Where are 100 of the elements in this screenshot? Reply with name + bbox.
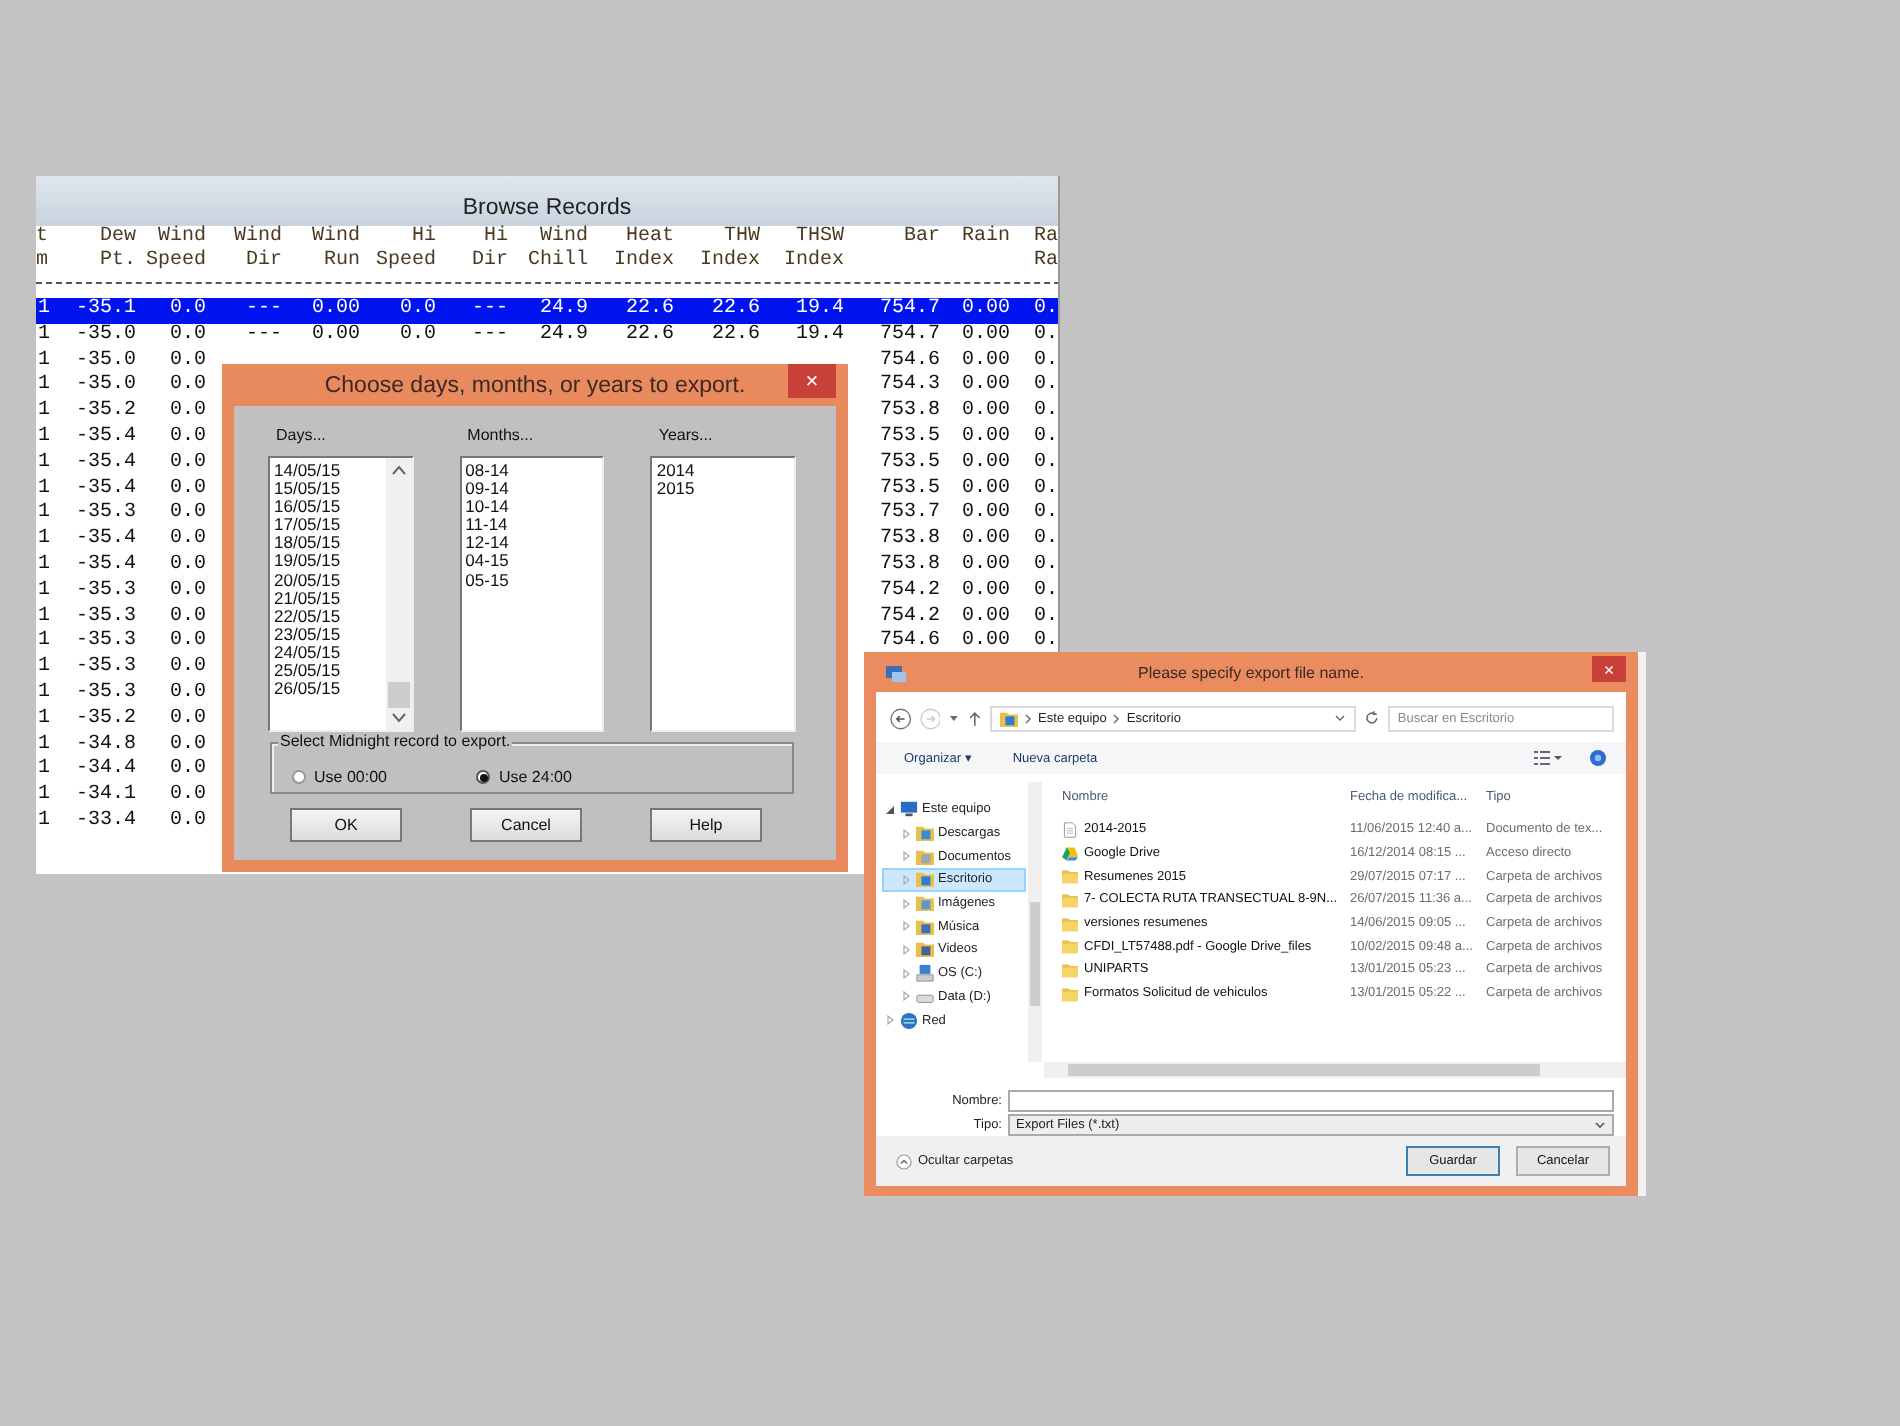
shortcut-icon xyxy=(1062,845,1078,862)
selected-row[interactable]: 1 -35.1 0.0 --- 0.00 0.0 --- 24.9 22.6 22.6 19.4 754.7 0.00 0. xyxy=(36,298,1058,324)
dialog-button[interactable]: Help xyxy=(650,808,762,842)
table-row[interactable]: 1 -35.0 0.0 --- 0.00 0.0 --- 24.9 22.6 22.6 19.4 754.7 0.00 0. xyxy=(36,323,1058,350)
table-cell-text: 0. xyxy=(1032,400,1058,426)
list-item[interactable]: 24/05/15 xyxy=(274,643,382,663)
radio-indicator[interactable] xyxy=(476,770,491,784)
scroll-down-icon[interactable] xyxy=(391,712,406,724)
chevron-icon xyxy=(1112,713,1121,723)
table-cell: 1 xyxy=(36,553,52,580)
table-cell-text: 0.00 xyxy=(959,425,1010,452)
close-button[interactable]: × xyxy=(788,364,836,398)
table-cell: 1 xyxy=(36,784,52,810)
folder-icon xyxy=(916,847,934,866)
table-cell-text: 0.00 xyxy=(309,298,360,324)
list-item[interactable]: 20/05/15 xyxy=(274,571,382,590)
list-item[interactable]: 09-14 xyxy=(465,480,599,499)
list-item[interactable]: 04-15 xyxy=(465,552,599,572)
file-name-field[interactable] xyxy=(1008,1090,1614,1112)
drive-icon xyxy=(916,964,934,983)
radio-indicator[interactable] xyxy=(292,770,306,784)
list-box[interactable]: 2014 2015 xyxy=(650,456,797,732)
table-cell-text: -35.3 xyxy=(73,605,136,630)
table-cell-text: -33.4 xyxy=(73,809,136,836)
dialog-button[interactable]: OK xyxy=(290,808,402,842)
folder-icon xyxy=(916,824,934,843)
column-header: Heat Index xyxy=(611,226,674,274)
table-cell-text: -35.0 xyxy=(73,374,136,400)
table-cell-text: 0.00 xyxy=(959,630,1010,657)
scrollbar[interactable] xyxy=(385,458,412,730)
list-item[interactable]: 26/05/15 xyxy=(274,680,382,699)
list-item[interactable]: 16/05/15 xyxy=(274,498,382,517)
scrollbar[interactable] xyxy=(1044,1062,1626,1078)
folder-icon xyxy=(1062,915,1078,932)
list-item[interactable]: 18/05/15 xyxy=(274,534,382,553)
table-cell-text: -35.0 xyxy=(73,349,136,374)
table-cell-text: 0.0 xyxy=(167,425,206,452)
forward-icon[interactable] xyxy=(919,707,941,729)
list-box[interactable]: 08-14 09-14 10-14 11-14 12-14 04-15 05-15 xyxy=(459,456,605,732)
table-cell-text: 22.6 xyxy=(709,323,760,350)
table-cell-text: 0. xyxy=(1032,349,1058,375)
table-cell-text: 0. xyxy=(1032,528,1058,554)
list-item[interactable]: 25/05/15 xyxy=(274,662,382,681)
table-cell-text: -35.3 xyxy=(73,656,136,682)
list-item[interactable]: 11-14 xyxy=(465,516,599,535)
list-item[interactable]: 12-14 xyxy=(465,534,599,553)
network-icon xyxy=(900,1011,918,1030)
table-cell-text: 19.4 xyxy=(793,298,844,324)
list-box[interactable]: 14/05/15 15/05/15 16/05/15 17/05/15 18/05/15 19/05/15 20/05/15 21/05/15 22/05/15 23/05/15 24/05/15 25/05/15 26/05/15 xyxy=(268,456,414,732)
column-header: Bar xyxy=(901,226,940,252)
radio-button[interactable]: Use 00:00 xyxy=(292,768,387,786)
view-options-icon[interactable] xyxy=(1534,750,1562,766)
table-cell: 1 xyxy=(36,681,52,708)
table-cell-text: 0.00 xyxy=(959,553,1010,580)
list-item[interactable]: 15/05/15 xyxy=(274,480,382,499)
dropdown-caret-icon[interactable] xyxy=(1334,712,1347,724)
table-cell-text: 753.8 xyxy=(877,528,940,554)
table-cell-text: 0.00 xyxy=(959,605,1010,631)
table-cell-text: -35.1 xyxy=(73,298,136,324)
column-header: Dew Pt. xyxy=(97,226,136,274)
table-cell-text: 1 xyxy=(36,374,52,400)
list-item[interactable]: 21/05/15 xyxy=(274,589,382,608)
dropdown-caret-icon[interactable] xyxy=(1594,1120,1606,1130)
list-item[interactable]: 17/05/15 xyxy=(274,516,382,535)
collapse-up-icon[interactable] xyxy=(896,1153,912,1169)
list-item[interactable]: 2014 xyxy=(656,462,791,481)
list-item[interactable]: 10-14 xyxy=(465,498,599,517)
scroll-thumb[interactable] xyxy=(387,682,410,708)
list-item[interactable]: 2015 xyxy=(656,480,791,499)
dialog-button[interactable]: Cancel xyxy=(470,808,582,842)
list-item[interactable]: 14/05/15 xyxy=(274,462,382,481)
up-arrow-icon[interactable] xyxy=(968,709,983,727)
scrollbar[interactable] xyxy=(1027,782,1042,1062)
list-item[interactable]: 23/05/15 xyxy=(274,625,382,644)
table-cell-text: -35.2 xyxy=(73,707,136,734)
help-icon[interactable] xyxy=(1590,750,1606,766)
table-cell: 1 xyxy=(36,809,52,836)
table-cell-text: 0.00 xyxy=(959,528,1010,554)
back-icon[interactable] xyxy=(890,707,912,729)
window-title: Browse Records xyxy=(462,196,632,224)
scroll-up-icon[interactable] xyxy=(391,464,406,476)
collapse-arrow-icon[interactable] xyxy=(884,803,896,816)
list-item[interactable]: 22/05/15 xyxy=(274,607,382,626)
table-cell: 1 xyxy=(36,579,52,606)
table-cell-text: 0.0 xyxy=(167,298,206,324)
table-cell-text: 1 xyxy=(36,349,52,374)
list-item[interactable]: 19/05/15 xyxy=(274,552,382,572)
close-button[interactable]: × xyxy=(1592,656,1626,682)
table-cell-text: -35.0 xyxy=(73,323,136,350)
column-header: Hi Speed xyxy=(373,226,436,274)
table-cell-text: 0.00 xyxy=(959,349,1010,375)
table-cell-text: 1 xyxy=(36,477,52,502)
column-header: Wind Speed xyxy=(143,226,206,274)
folder-icon xyxy=(1000,709,1019,727)
table-cell-text: -35.4 xyxy=(73,425,136,452)
dropdown-caret-icon[interactable] xyxy=(948,712,961,724)
radio-button[interactable]: Use 24:00 xyxy=(476,768,572,786)
list-item[interactable]: 08-14 xyxy=(465,462,599,481)
refresh-icon[interactable] xyxy=(1364,710,1380,726)
list-item[interactable]: 05-15 xyxy=(465,571,599,590)
